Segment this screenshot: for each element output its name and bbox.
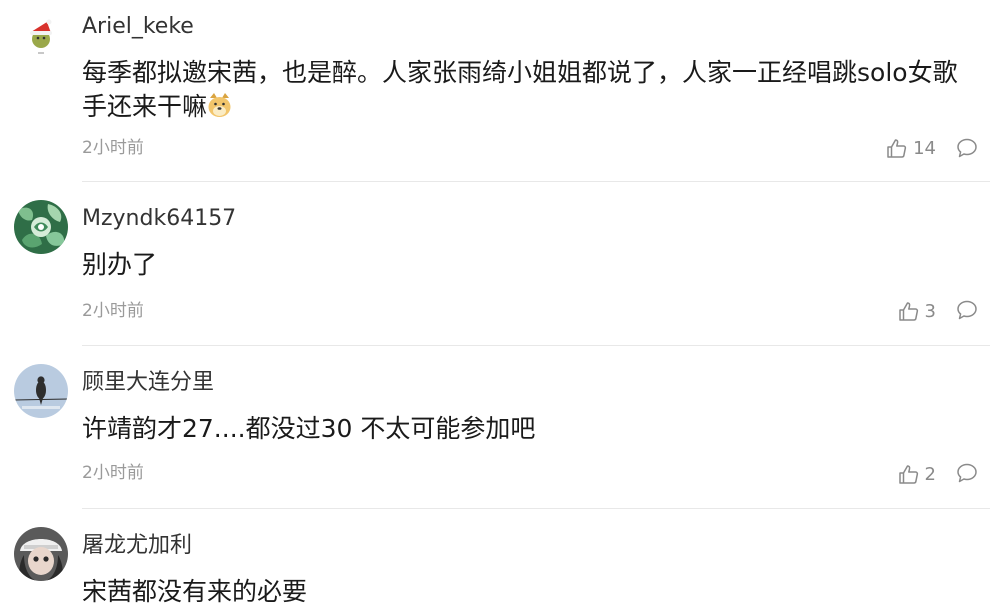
doge-emoji-icon [208, 93, 231, 117]
divider [82, 345, 990, 346]
comment-time: 2小时前 [82, 463, 144, 483]
like-button[interactable]: 14 [886, 135, 936, 161]
comment-item: Mzyndk64157 别办了 2小时前 3 [0, 200, 990, 364]
comment-time: 2小时前 [82, 138, 144, 158]
comment-item: 屠龙尤加利 宋茜都没有来的必要 [0, 527, 990, 606]
santa-hat-avatar-icon [14, 8, 68, 62]
like-button[interactable]: 3 [898, 298, 936, 324]
like-count: 14 [913, 137, 936, 159]
comment-time: 2小时前 [82, 301, 144, 321]
person-with-cap-avatar-icon [14, 527, 68, 581]
like-count: 3 [924, 300, 936, 322]
bird-on-wire-avatar-icon [14, 364, 68, 418]
thumbs-up-icon [887, 138, 907, 158]
avatar[interactable] [14, 200, 68, 254]
avatar[interactable] [14, 8, 68, 62]
username[interactable]: Mzyndk64157 [82, 205, 236, 233]
comment-text: 宋茜都没有来的必要 [82, 577, 308, 606]
thumbs-up-icon [898, 464, 918, 484]
divider [82, 181, 990, 182]
comment-item: 顾里大连分里 许靖韵才27....都没过30 不太可能参加吧 2小时前 2 [0, 364, 990, 528]
comment-icon[interactable] [956, 299, 978, 321]
like-count: 2 [924, 463, 936, 485]
username[interactable]: 屠龙尤加利 [82, 532, 192, 560]
comment-text: 每季都拟邀宋茜，也是醉。人家张雨绮小姐姐都说了，人家一正经唱跳solo女歌手还来… [82, 58, 958, 121]
comment-item: Ariel_keke 每季都拟邀宋茜，也是醉。人家张雨绮小姐姐都说了，人家一正经… [0, 8, 990, 182]
comment-icon[interactable] [956, 462, 978, 484]
divider [82, 508, 990, 509]
comment-icon[interactable] [956, 137, 978, 159]
avatar[interactable] [14, 527, 68, 581]
green-leaf-avatar-icon [14, 200, 68, 254]
thumbs-up-icon [898, 301, 918, 321]
username[interactable]: 顾里大连分里 [82, 369, 214, 397]
comment-text: 许靖韵才27....都没过30 不太可能参加吧 [82, 414, 536, 443]
avatar[interactable] [14, 364, 68, 418]
username[interactable]: Ariel_keke [82, 13, 194, 41]
comment-text: 别办了 [82, 250, 158, 279]
like-button[interactable]: 2 [898, 461, 936, 487]
